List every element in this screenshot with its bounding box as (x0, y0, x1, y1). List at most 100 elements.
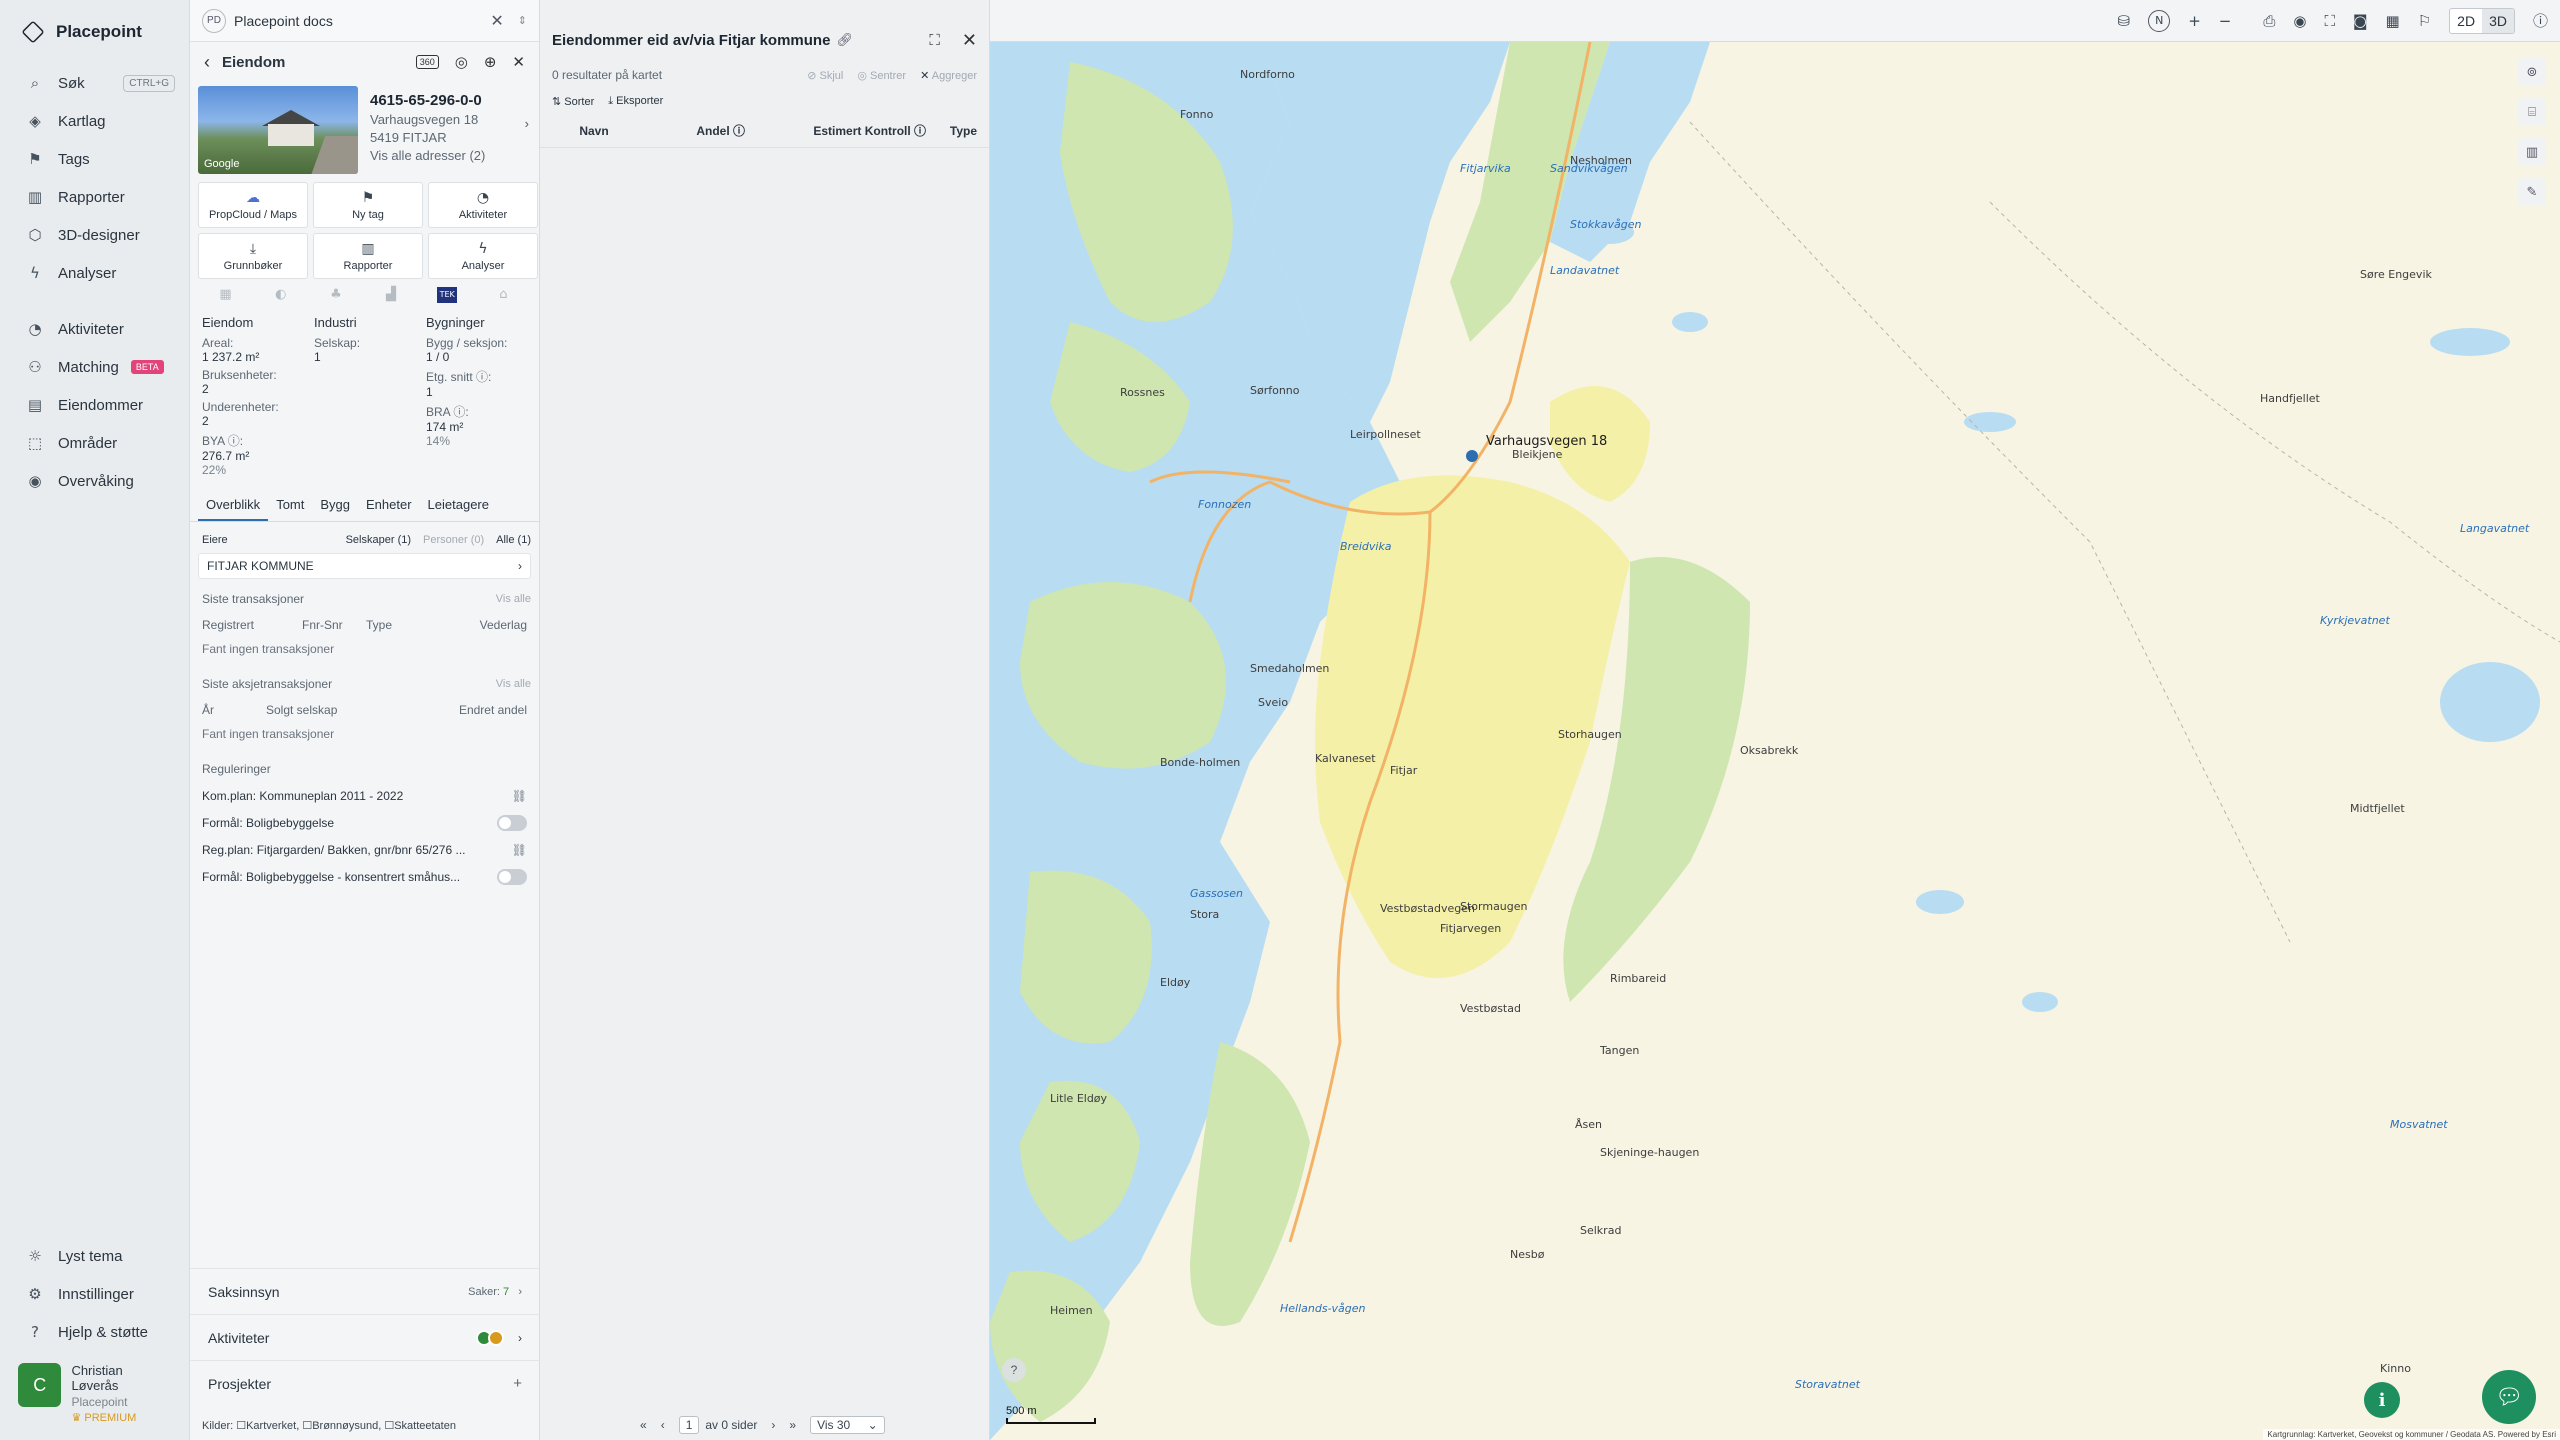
close-docs-icon[interactable]: ✕ (490, 11, 503, 31)
filter-all[interactable]: Alle (1) (496, 534, 531, 546)
tab-bygg[interactable]: Bygg (312, 487, 358, 521)
all-addresses-link[interactable]: Vis alle adresser (2) (370, 148, 531, 163)
close-icon[interactable]: ✕ (512, 53, 525, 71)
nav-item-kartlag[interactable]: ◈ Kartlag (0, 102, 189, 140)
map-canvas[interactable]: Nordforno Fonno Nesholmen Fitjarvika Sandvik… (990, 42, 2560, 1440)
chart-icon[interactable]: ▥ (2518, 138, 2546, 166)
home-icon[interactable]: ⌂ (494, 287, 512, 303)
eye-icon[interactable]: ◎ (455, 53, 468, 71)
mode-3d-button[interactable]: 3D (2482, 8, 2514, 33)
column-header[interactable]: Type (366, 618, 426, 632)
hide-button[interactable]: ⊘ Skjul (807, 69, 843, 82)
nav-item-eiendommer[interactable]: ▤ Eiendommer (0, 386, 189, 424)
chat-icon[interactable]: 💬︎ (2482, 1370, 2536, 1424)
signal-icon[interactable]: ▟ (382, 287, 400, 303)
transactions-show-all[interactable]: Vis alle (496, 593, 531, 605)
nav-item-rapporter[interactable]: ▥ Rapporter (0, 178, 189, 216)
column-header[interactable]: Fnr-Snr (302, 618, 366, 632)
sort-button[interactable]: ⇅ Sorter (552, 95, 594, 108)
grid-icon[interactable]: ▦ (217, 287, 235, 303)
aktiviteter-section[interactable]: Aktiviteter › (190, 1314, 540, 1360)
col-estimert-kontroll[interactable]: Estimert Kontroll ⓘ (813, 122, 950, 139)
360-view-icon[interactable]: 360 (415, 55, 439, 69)
nav-item-3d-designer[interactable]: ⬡ 3D-designer (0, 216, 189, 254)
page-size-select[interactable]: Vis 30 ⌄ (810, 1416, 885, 1434)
first-page-icon[interactable]: « (640, 1418, 647, 1432)
action-propcloud-maps-button[interactable]: ☁ PropCloud / Maps (198, 182, 308, 228)
nav-item-tags[interactable]: ⚑ Tags (0, 140, 189, 178)
export-button[interactable]: ⤓ Eksporter (608, 95, 663, 108)
plant-icon[interactable]: ♣ (327, 287, 345, 303)
close-icon[interactable]: ✕ (962, 30, 977, 51)
compass-icon[interactable]: N (2148, 9, 2171, 32)
column-header[interactable]: Vederlag (480, 618, 527, 632)
camera-icon[interactable]: ◙ (2353, 12, 2368, 30)
draw-icon[interactable]: ✎ (2518, 178, 2546, 206)
user-profile[interactable]: C Christian Løverås Placepoint ♛ PREMIUM (0, 1351, 190, 1440)
mode-2d-button[interactable]: 2D (2450, 8, 2483, 33)
action-analyser-button[interactable]: ϟ Analyser (428, 233, 538, 279)
ruler-icon[interactable]: ⌸ (2518, 98, 2546, 126)
owner-row[interactable]: FITJAR KOMMUNE › (198, 553, 531, 579)
aggregate-button[interactable]: ✕ Aggreger (920, 69, 977, 82)
column-header[interactable]: Registrert (202, 618, 302, 632)
brand[interactable]: Placepoint (0, 0, 189, 64)
page-input[interactable]: 1 (678, 1416, 700, 1434)
layers-icon[interactable]: ⛁ (2118, 12, 2131, 30)
col-navn[interactable]: Navn (579, 124, 696, 138)
back-icon[interactable]: ‹ (204, 52, 210, 73)
info-icon[interactable]: ⓘ (2533, 10, 2548, 31)
nav-item-omr-der[interactable]: ⬚ Områder (0, 424, 189, 462)
add-icon[interactable]: ⊕ (484, 53, 497, 71)
saksinnsyn-section[interactable]: Saksinnsyn Saker: 7 › (190, 1268, 540, 1314)
action-aktiviteter-button[interactable]: ◔ Aktiviteter (428, 182, 538, 228)
column-header[interactable]: Solgt selskap (266, 703, 386, 717)
link-icon[interactable]: ⛓ (512, 789, 527, 803)
regulation-toggle[interactable] (497, 814, 527, 831)
filter-persons[interactable]: Personer (0) (423, 534, 484, 546)
help-icon[interactable]: ? (1002, 1358, 1026, 1382)
nav-item-analyser[interactable]: ϟ Analyser (0, 254, 189, 292)
tek-icon[interactable]: TEK (437, 287, 458, 303)
tab-overblikk[interactable]: Overblikk (198, 487, 269, 521)
column-header[interactable]: Endret andel (459, 703, 527, 717)
nav-item-overv-king[interactable]: ◉ Overvåking (0, 462, 189, 500)
bookmark-icon[interactable]: ⚐ (2418, 12, 2431, 30)
print-icon[interactable]: ⎙ (2263, 12, 2275, 30)
action-ny-tag-button[interactable]: ⚑ Ny tag (313, 182, 423, 228)
action-rapporter-button[interactable]: ▥ Rapporter (313, 233, 423, 279)
prosjekter-section[interactable]: Prosjekter + (190, 1360, 540, 1406)
globe-icon[interactable]: ◐ (272, 287, 290, 303)
nav-item-innstillinger[interactable]: ⚙ Innstillinger (0, 1275, 190, 1313)
nav-item-matching[interactable]: ⚇ Matching BETA (0, 348, 189, 386)
filter-companies[interactable]: Selskaper (1) (346, 534, 411, 546)
link-icon[interactable]: ⛓ (512, 843, 527, 857)
grid-icon[interactable]: ▦ (2386, 12, 2400, 30)
tab-leietagere[interactable]: Leietagere (420, 487, 497, 521)
measure-icon[interactable]: ⊚ (2518, 58, 2546, 86)
nav-item-s-k[interactable]: ⌕ Søk CTRL+G (0, 64, 189, 102)
eye-icon[interactable]: ◉ (2293, 12, 2306, 30)
zoom-in-icon[interactable]: + (2188, 12, 2201, 30)
regulation-toggle[interactable] (497, 868, 527, 885)
nav-item-lyst-tema[interactable]: ☼ Lyst tema (0, 1237, 190, 1275)
action-grunnb-ker-button[interactable]: ⤓ Grunnbøker (198, 233, 308, 279)
col-andel[interactable]: Andel ⓘ (696, 122, 813, 139)
expand-icon[interactable]: ⛶ (929, 32, 940, 49)
col-type[interactable]: Type (950, 124, 977, 138)
center-button[interactable]: ◎ Sentrer (857, 69, 906, 82)
next-page-icon[interactable]: › (771, 1418, 775, 1432)
zoom-out-icon[interactable]: − (2219, 12, 2232, 30)
tab-enheter[interactable]: Enheter (358, 487, 420, 521)
property-marker[interactable] (1466, 450, 1478, 462)
nav-item-aktiviteter[interactable]: ◔ Aktiviteter (0, 310, 189, 348)
add-icon[interactable]: + (513, 1375, 522, 1392)
info-icon[interactable]: i (2364, 1382, 2400, 1418)
share-tx-show-all[interactable]: Vis alle (496, 678, 531, 690)
chevron-right-icon[interactable]: › (525, 116, 529, 131)
column-header[interactable]: År (202, 703, 266, 717)
street-view-thumbnail[interactable]: Google (198, 86, 358, 174)
fullscreen-icon[interactable]: ⛶ (2324, 12, 2335, 30)
docs-title[interactable]: Placepoint docs (234, 13, 333, 29)
expand-docs-icon[interactable]: ⇕ (518, 14, 527, 27)
